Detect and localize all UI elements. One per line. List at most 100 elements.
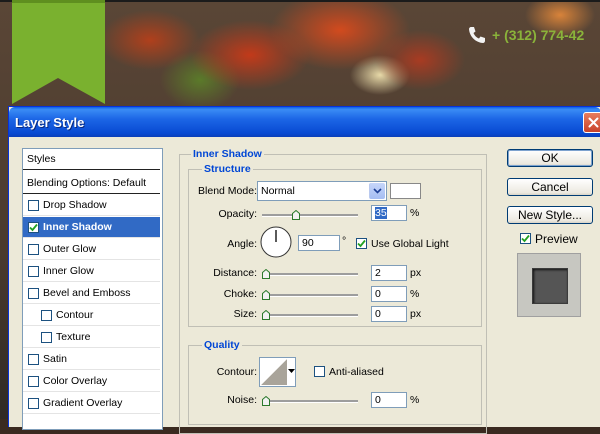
choke-slider-track bbox=[262, 294, 358, 297]
ok-button[interactable]: OK bbox=[507, 149, 593, 167]
choke-slider[interactable] bbox=[262, 290, 358, 300]
noise-value: 0 bbox=[375, 394, 381, 406]
list-item-drop-shadow[interactable]: Drop Shadow bbox=[23, 195, 160, 216]
distance-slider-thumb[interactable] bbox=[262, 269, 270, 279]
texture-label: Texture bbox=[56, 331, 91, 343]
preview-checkbox[interactable] bbox=[520, 233, 531, 244]
color-overlay-checkbox[interactable] bbox=[28, 375, 39, 387]
contour-label-field: Contour: bbox=[216, 366, 257, 378]
angle-dial[interactable] bbox=[260, 226, 292, 258]
choke-unit: % bbox=[410, 288, 420, 300]
preview-label[interactable]: Preview bbox=[535, 232, 578, 246]
opacity-input[interactable]: 35 bbox=[371, 205, 407, 221]
styles-list: Styles Blending Options: Default Drop Sh… bbox=[22, 148, 163, 430]
distance-unit: px bbox=[410, 267, 422, 279]
list-item-outer-glow[interactable]: Outer Glow bbox=[23, 239, 160, 260]
noise-slider[interactable] bbox=[262, 396, 358, 406]
size-slider-thumb[interactable] bbox=[262, 310, 270, 320]
list-item-bevel-emboss[interactable]: Bevel and Emboss bbox=[23, 283, 160, 304]
phone-icon bbox=[469, 27, 485, 43]
size-label: Size: bbox=[233, 308, 257, 320]
gradient-overlay-checkbox[interactable] bbox=[28, 397, 39, 409]
style-preview-inner bbox=[532, 268, 568, 304]
style-preview-swatch bbox=[517, 253, 581, 317]
drop-shadow-label: Drop Shadow bbox=[43, 199, 107, 211]
noise-label: Noise: bbox=[227, 394, 257, 406]
cancel-button[interactable]: Cancel bbox=[507, 178, 593, 196]
bevel-emboss-label: Bevel and Emboss bbox=[43, 287, 131, 299]
bevel-emboss-checkbox[interactable] bbox=[28, 287, 39, 299]
blending-options-item[interactable]: Blending Options: Default bbox=[23, 173, 160, 194]
quality-title: Quality bbox=[202, 339, 242, 351]
checkmark-icon bbox=[29, 223, 38, 231]
list-item-contour[interactable]: Contour bbox=[23, 305, 160, 326]
size-value: 0 bbox=[375, 308, 381, 320]
contour-checkbox[interactable] bbox=[41, 309, 52, 321]
satin-label: Satin bbox=[43, 353, 67, 365]
blend-mode-dropdown-button[interactable] bbox=[369, 183, 385, 199]
close-icon bbox=[588, 117, 599, 128]
blend-mode-select[interactable]: Normal bbox=[257, 181, 387, 201]
angle-label: Angle: bbox=[227, 238, 257, 250]
distance-value: 2 bbox=[375, 267, 381, 279]
distance-slider[interactable] bbox=[262, 269, 358, 279]
contour-dropdown-icon[interactable] bbox=[288, 369, 295, 374]
distance-input[interactable]: 2 bbox=[371, 265, 407, 281]
gradient-overlay-label: Gradient Overlay bbox=[43, 397, 123, 409]
outer-glow-label: Outer Glow bbox=[43, 243, 97, 255]
new-style-button[interactable]: New Style... bbox=[507, 206, 593, 224]
drop-shadow-checkbox[interactable] bbox=[28, 199, 39, 211]
opacity-slider-thumb[interactable] bbox=[292, 210, 300, 220]
choke-value: 0 bbox=[375, 288, 381, 300]
color-overlay-label: Color Overlay bbox=[43, 375, 108, 387]
blend-mode-value: Normal bbox=[261, 185, 295, 197]
anti-aliased-label[interactable]: Anti-aliased bbox=[329, 366, 384, 378]
close-button[interactable] bbox=[583, 112, 600, 133]
blending-options-label: Blending Options: Default bbox=[27, 177, 147, 189]
inner-glow-label: Inner Glow bbox=[43, 265, 94, 277]
choke-input[interactable]: 0 bbox=[371, 286, 407, 302]
choke-label: Choke: bbox=[223, 288, 257, 300]
styles-heading-label: Styles bbox=[27, 153, 56, 165]
noise-unit: % bbox=[410, 394, 420, 406]
structure-title: Structure bbox=[202, 163, 253, 175]
contour-picker[interactable] bbox=[259, 357, 296, 387]
outer-glow-checkbox[interactable] bbox=[28, 243, 39, 255]
list-item-inner-glow[interactable]: Inner Glow bbox=[23, 261, 160, 282]
noise-slider-thumb[interactable] bbox=[262, 396, 270, 406]
shadow-color-swatch[interactable] bbox=[390, 183, 421, 199]
noise-input[interactable]: 0 bbox=[371, 392, 407, 408]
dialog-titlebar[interactable]: Layer Style bbox=[9, 107, 600, 137]
list-item-gradient-overlay[interactable]: Gradient Overlay bbox=[23, 393, 160, 414]
use-global-light-label[interactable]: Use Global Light bbox=[371, 238, 449, 250]
list-item-inner-shadow[interactable]: Inner Shadow bbox=[23, 217, 160, 238]
size-slider-track bbox=[262, 314, 358, 317]
inner-shadow-checkbox[interactable] bbox=[28, 221, 39, 233]
use-global-light-checkbox[interactable] bbox=[356, 238, 367, 249]
contour-curve-icon bbox=[261, 359, 287, 385]
phone-contact: + (312) 774-42 bbox=[466, 24, 584, 46]
list-item-satin[interactable]: Satin bbox=[23, 349, 160, 370]
inner-glow-checkbox[interactable] bbox=[28, 265, 39, 277]
choke-slider-thumb[interactable] bbox=[262, 290, 270, 300]
bookmark-ribbon-icon bbox=[12, 0, 105, 104]
list-item-color-overlay[interactable]: Color Overlay bbox=[23, 371, 160, 392]
size-input[interactable]: 0 bbox=[371, 306, 407, 322]
checkmark-icon bbox=[521, 234, 530, 243]
angle-value: 90 bbox=[302, 237, 314, 249]
chevron-down-icon bbox=[373, 188, 382, 194]
distance-slider-track bbox=[262, 273, 358, 276]
anti-aliased-checkbox[interactable] bbox=[314, 366, 325, 377]
size-slider[interactable] bbox=[262, 310, 358, 320]
distance-label: Distance: bbox=[213, 267, 257, 279]
list-item-texture[interactable]: Texture bbox=[23, 327, 160, 348]
phone-number: + (312) 774-42 bbox=[492, 27, 585, 43]
opacity-value: 35 bbox=[375, 207, 387, 219]
satin-checkbox[interactable] bbox=[28, 353, 39, 365]
opacity-slider[interactable] bbox=[262, 210, 358, 220]
texture-checkbox[interactable] bbox=[41, 331, 52, 343]
styles-heading[interactable]: Styles bbox=[23, 149, 160, 170]
contour-label: Contour bbox=[56, 309, 94, 321]
angle-input[interactable]: 90 bbox=[298, 235, 340, 251]
opacity-label: Opacity: bbox=[218, 208, 257, 220]
